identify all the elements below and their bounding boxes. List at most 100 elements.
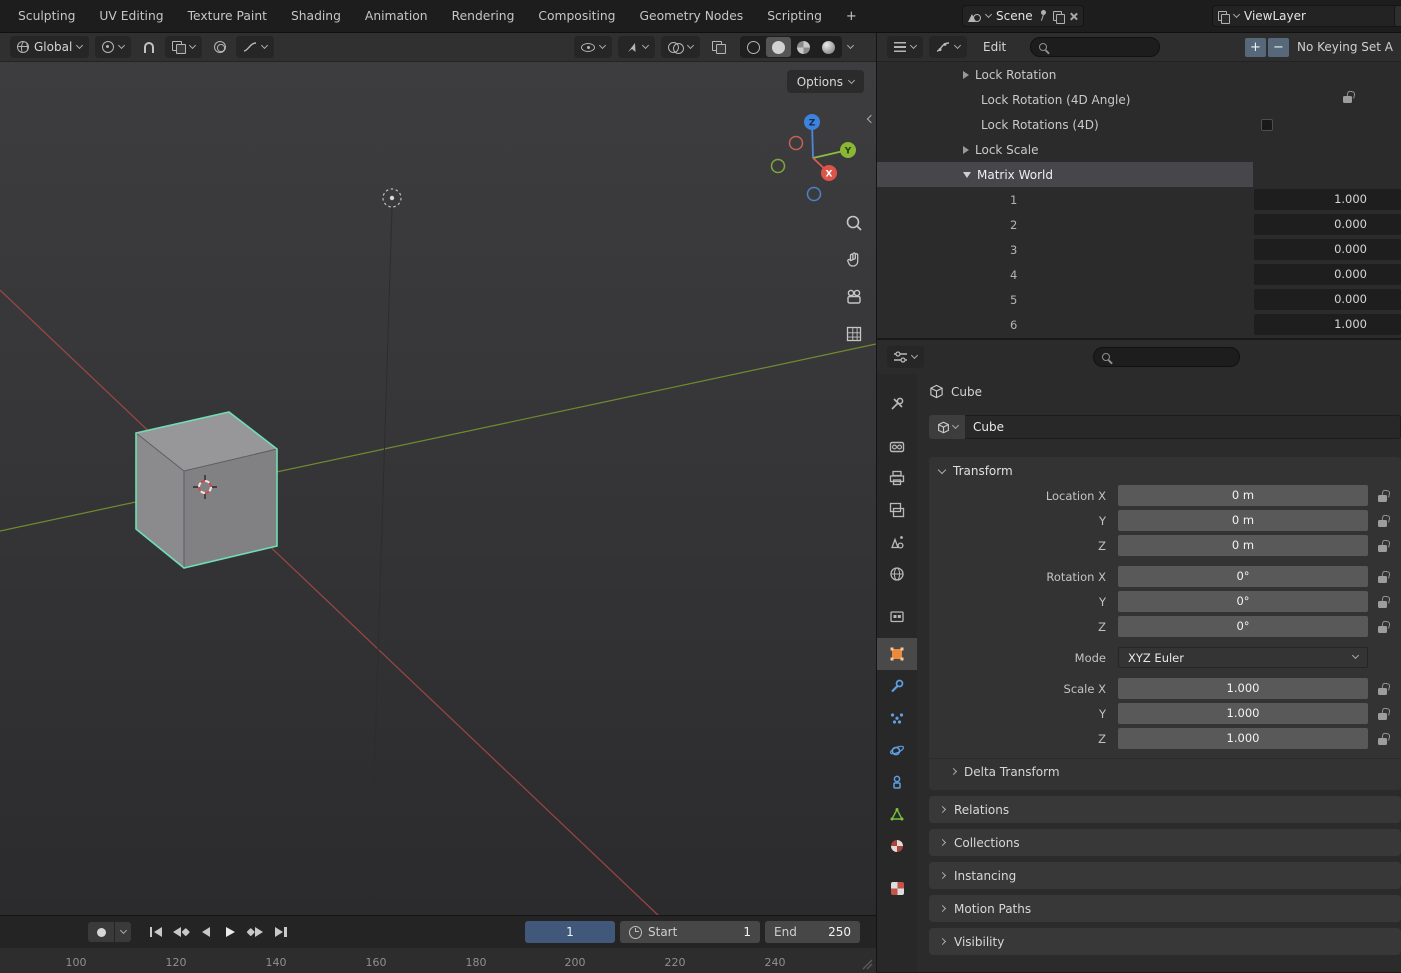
channel-row[interactable]: Lock Scale xyxy=(877,137,1401,162)
lock-toggle[interactable] xyxy=(1373,620,1391,633)
camera-view-icon[interactable] xyxy=(845,288,863,306)
delta-transform-subpanel[interactable]: Delta Transform xyxy=(929,758,1401,784)
play-reverse-button[interactable] xyxy=(193,922,218,942)
zoom-icon[interactable] xyxy=(845,214,863,232)
remove-keying-set-button[interactable]: − xyxy=(1268,38,1289,57)
options-dropdown[interactable]: Options xyxy=(787,70,864,93)
previous-keyframe-button[interactable] xyxy=(168,922,193,942)
filter-dropdown[interactable] xyxy=(929,36,967,58)
properties-tab-constraints[interactable] xyxy=(877,766,917,798)
lock-toggle[interactable] xyxy=(1373,707,1391,720)
breadcrumb-object[interactable]: Cube xyxy=(951,385,982,399)
lock-toggle[interactable] xyxy=(1373,682,1391,695)
collections-section[interactable]: Collections xyxy=(929,829,1401,856)
expander-right-icon[interactable] xyxy=(963,71,969,79)
instancing-section[interactable]: Instancing xyxy=(929,862,1401,889)
view-layer-name[interactable]: ViewLayer xyxy=(1244,9,1306,23)
new-scene-icon[interactable] xyxy=(1053,11,1064,22)
workspace-tab-texture-paint[interactable]: Texture Paint xyxy=(176,0,279,33)
transform-orientation-dropdown[interactable]: Global xyxy=(10,36,89,58)
timeline-ruler[interactable]: 100 120 140 160 180 200 220 240 xyxy=(0,948,876,973)
auto-keying-dropdown[interactable] xyxy=(115,922,131,942)
lock-toggle[interactable] xyxy=(1373,489,1391,502)
channel-value-field[interactable]: 0.000 xyxy=(1254,289,1401,310)
unlink-scene-icon[interactable] xyxy=(1069,12,1078,21)
object-browse-button[interactable] xyxy=(929,415,965,439)
scale-y-field[interactable]: 1.000 xyxy=(1118,703,1368,724)
editor-type-dropdown[interactable] xyxy=(887,346,924,368)
workspace-tab-rendering[interactable]: Rendering xyxy=(440,0,527,33)
properties-tab-tool[interactable] xyxy=(877,388,917,420)
shading-rendered-button[interactable] xyxy=(816,37,841,57)
jump-to-start-button[interactable] xyxy=(143,922,168,942)
workspace-tab-uv-editing[interactable]: UV Editing xyxy=(87,0,175,33)
lock-toggle[interactable] xyxy=(1373,595,1391,608)
object-name-field[interactable]: Cube xyxy=(965,415,1401,439)
viewport-canvas[interactable]: Options Z Y X xyxy=(0,62,876,915)
workspace-tab-scripting[interactable]: Scripting xyxy=(755,0,834,33)
editor-type-dropdown[interactable] xyxy=(887,36,923,58)
workspace-tab-compositing[interactable]: Compositing xyxy=(526,0,627,33)
pin-icon[interactable] xyxy=(1038,10,1048,22)
lock-icon[interactable] xyxy=(1343,96,1352,103)
frame-end-field[interactable]: End 250 xyxy=(765,921,860,943)
shading-dropdown[interactable] xyxy=(842,36,858,58)
channel-row[interactable]: Lock Rotation xyxy=(877,62,1401,87)
rotation-z-field[interactable]: 0° xyxy=(1118,616,1368,637)
properties-tab-view-layer[interactable] xyxy=(877,494,917,526)
shading-solid-button[interactable] xyxy=(766,37,791,57)
scale-x-field[interactable]: 1.000 xyxy=(1118,678,1368,699)
channel-checkbox[interactable] xyxy=(1261,119,1273,131)
scene-name[interactable]: Scene xyxy=(996,9,1033,23)
edit-menu[interactable]: Edit xyxy=(973,40,1016,54)
xray-toggle-button[interactable] xyxy=(706,36,730,58)
pivot-point-dropdown[interactable] xyxy=(95,36,131,58)
scene-selector[interactable]: Scene xyxy=(962,5,1084,27)
properties-tab-particles[interactable] xyxy=(877,702,917,734)
location-x-field[interactable]: 0 m xyxy=(1118,485,1368,506)
channel-value-field[interactable]: 1.000 xyxy=(1254,189,1401,210)
channel-value-field[interactable]: 0.000 xyxy=(1254,264,1401,285)
channels-editor[interactable]: Edit + − No Keying Set A Lock Rotation L… xyxy=(877,33,1401,338)
location-y-field[interactable]: 0 m xyxy=(1118,510,1368,531)
gizmos-dropdown[interactable] xyxy=(618,36,655,58)
motion-paths-section[interactable]: Motion Paths xyxy=(929,895,1401,922)
visibility-section[interactable]: Visibility xyxy=(929,928,1401,955)
properties-tab-texture[interactable] xyxy=(877,872,917,904)
channel-value-field[interactable]: 1.000 xyxy=(1254,314,1401,335)
rotation-mode-dropdown[interactable]: XYZ Euler xyxy=(1118,647,1368,668)
keying-set-label[interactable]: No Keying Set A xyxy=(1297,40,1393,54)
orthographic-grid-icon[interactable] xyxy=(845,325,863,343)
proportional-editing-toggle[interactable] xyxy=(208,36,232,58)
rotation-y-field[interactable]: 0° xyxy=(1118,591,1368,612)
proportional-falloff-dropdown[interactable] xyxy=(236,36,274,58)
pan-hand-icon[interactable] xyxy=(845,251,863,269)
lock-toggle[interactable] xyxy=(1373,570,1391,583)
next-keyframe-button[interactable] xyxy=(243,922,268,942)
channel-value-field[interactable]: 0.000 xyxy=(1254,239,1401,260)
expander-right-icon[interactable] xyxy=(963,146,969,154)
properties-tab-collection[interactable] xyxy=(877,600,917,632)
location-z-field[interactable]: 0 m xyxy=(1118,535,1368,556)
channel-row[interactable]: Lock Rotations (4D) xyxy=(877,112,1401,137)
properties-tab-world[interactable] xyxy=(877,558,917,590)
channel-search-input[interactable] xyxy=(1030,37,1160,57)
snap-toggle-button[interactable] xyxy=(137,36,161,58)
channel-row[interactable]: 5 0.000 xyxy=(877,287,1401,312)
workspace-tab-animation[interactable]: Animation xyxy=(353,0,440,33)
add-workspace-button[interactable]: + xyxy=(840,9,863,24)
navigation-gizmo[interactable]: Z Y X xyxy=(770,112,858,204)
lock-toggle[interactable] xyxy=(1373,514,1391,527)
channel-row[interactable]: 2 0.000 xyxy=(877,212,1401,237)
lock-toggle[interactable] xyxy=(1373,539,1391,552)
properties-tab-modifiers[interactable] xyxy=(877,670,917,702)
workspace-tab-sculpting[interactable]: Sculpting xyxy=(6,0,87,33)
properties-tab-render[interactable] xyxy=(877,430,917,462)
transform-panel-header[interactable]: Transform xyxy=(929,457,1401,485)
shading-wireframe-button[interactable] xyxy=(741,37,766,57)
add-keying-set-button[interactable]: + xyxy=(1245,38,1266,57)
properties-tab-material[interactable] xyxy=(877,830,917,862)
lock-toggle[interactable] xyxy=(1373,732,1391,745)
frame-start-field[interactable]: Start 1 xyxy=(620,921,760,943)
viewport-3d[interactable]: Global xyxy=(0,33,876,915)
